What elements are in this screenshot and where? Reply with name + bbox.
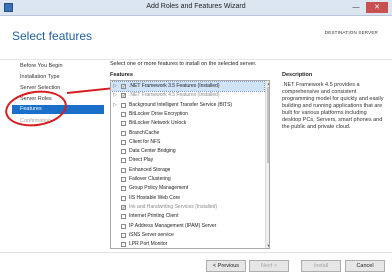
feature-checkbox[interactable] — [121, 149, 126, 155]
nav-item-installation-type[interactable]: Installation Type — [20, 74, 60, 80]
feature-label: Group Policy Management — [129, 185, 189, 192]
install-button[interactable]: Install — [301, 260, 341, 272]
expand-arrow-icon[interactable]: ▷ — [113, 82, 117, 91]
feature-checkbox[interactable] — [121, 195, 126, 201]
feature-checkbox[interactable] — [121, 158, 126, 164]
feature-label: LPR Port Monitor — [129, 241, 168, 248]
feature-row[interactable]: Internet Printing Client — [111, 212, 264, 221]
wizard-header: Select features DESTINATION SERVER — [0, 16, 392, 60]
feature-checkbox[interactable] — [121, 186, 126, 192]
feature-checkbox[interactable] — [121, 167, 126, 173]
feature-row[interactable]: IIS Hostable Web Core — [111, 194, 264, 203]
previous-button[interactable]: < Previous — [206, 260, 246, 272]
features-list[interactable]: LPR Port Monitor iSNS Server service IP Ad… — [110, 80, 270, 249]
feature-checkbox[interactable] — [121, 232, 126, 238]
scroll-thumb[interactable] — [267, 87, 269, 163]
nav-item-before-you-begin[interactable]: Before You Begin — [20, 63, 63, 69]
feature-checkbox[interactable] — [121, 139, 126, 145]
scroll-up-arrow-icon[interactable]: ▲ — [266, 81, 269, 86]
features-scrollbar[interactable]: ▲ ▼ — [265, 81, 269, 248]
feature-label: Background Intelligent Transfer Service … — [129, 101, 233, 108]
feature-label: BranchCache — [129, 129, 160, 136]
feature-label: IIS Hostable Web Core — [129, 194, 181, 201]
features-heading: Features — [110, 72, 133, 78]
feature-label: Failover Clustering — [129, 176, 171, 182]
feature-label: Direct Play — [129, 157, 154, 164]
window-title: Add Roles and Features Wizard — [146, 3, 246, 10]
feature-checkbox[interactable] — [121, 111, 126, 117]
feature-checkbox[interactable] — [121, 223, 126, 229]
feature-checkbox[interactable] — [121, 130, 126, 136]
feature-row[interactable]: BranchCache — [111, 129, 264, 138]
expand-arrow-icon[interactable]: ▷ — [113, 101, 117, 110]
feature-label: IP Address Management (IPAM) Server — [129, 222, 217, 229]
feature-row[interactable]: ▷ ✓ .NET Framework 3.5 Features (Installed… — [111, 81, 265, 92]
close-window-button[interactable]: ✕ — [366, 2, 388, 13]
feature-label: Enhanced Storage — [129, 166, 171, 173]
feature-label: BitLocker Network Unlock — [129, 120, 187, 127]
feature-row[interactable]: ▷ ✓ .NET Framework 4.5 Features (Installed… — [111, 91, 264, 100]
feature-label: Ink and Handwriting Services (Installed) — [129, 203, 218, 210]
feature-row[interactable]: Data Center Bridging — [111, 147, 264, 156]
feature-row[interactable]: Enhanced Storage — [111, 166, 264, 175]
destination-server-label: DESTINATION SERVER — [324, 30, 378, 35]
feature-label: Client for NFS — [129, 138, 161, 145]
window-titlebar: Add Roles and Features Wizard — ✕ — [0, 0, 392, 16]
wizard-footer: < Previous Next > Install Cancel — [0, 252, 392, 277]
feature-row[interactable]: BitLocker Drive Encryption — [111, 110, 264, 119]
feature-label: Internet Printing Client — [129, 213, 179, 220]
feature-label: .NET Framework 4.5 Features (Installed) — [129, 92, 220, 99]
feature-checkbox[interactable]: ✓ — [121, 84, 126, 89]
feature-label: .NET Framework 3.5 Features (Installed) — [129, 83, 220, 89]
feature-row[interactable]: ✓ Ink and Handwriting Services (Installed… — [111, 203, 264, 212]
description-heading: Description — [282, 72, 313, 78]
feature-label: iSNS Server service — [129, 231, 174, 238]
feature-checkbox[interactable]: ✓ — [121, 204, 126, 210]
feature-checkbox[interactable] — [121, 102, 126, 108]
feature-row[interactable]: IP Address Management (IPAM) Server — [111, 222, 264, 231]
main-content: Select one or more features to install o… — [110, 61, 386, 253]
feature-checkbox[interactable] — [121, 242, 126, 248]
feature-label: Data Center Bridging — [129, 148, 176, 155]
description-text: .NET Framework 4.5 provides a comprehens… — [282, 82, 384, 130]
feature-row[interactable]: ▷ Background Intelligent Transfer Service… — [111, 101, 264, 110]
feature-label: BitLocker Drive Encryption — [129, 110, 188, 117]
feature-row[interactable]: LPR Port Monitor — [111, 240, 264, 248]
feature-row[interactable]: Group Policy Management — [111, 184, 264, 193]
feature-row[interactable]: Direct Play — [111, 156, 264, 165]
next-button[interactable]: Next > — [249, 260, 289, 272]
expand-arrow-icon[interactable]: ▷ — [113, 91, 117, 100]
cancel-button[interactable]: Cancel — [345, 260, 385, 272]
instructions-text: Select one or more features to install o… — [110, 61, 257, 67]
scroll-down-arrow-icon[interactable]: ▼ — [266, 243, 269, 248]
feature-checkbox[interactable] — [121, 121, 126, 127]
feature-row[interactable]: Client for NFS — [111, 138, 264, 147]
page-title: Select features — [12, 29, 93, 43]
minimize-button[interactable]: — — [349, 2, 363, 13]
feature-row[interactable]: BitLocker Network Unlock — [111, 119, 264, 128]
feature-row[interactable]: iSNS Server service — [111, 231, 264, 240]
feature-row[interactable]: Failover Clustering — [111, 175, 264, 184]
feature-checkbox[interactable]: ✓ — [121, 93, 126, 99]
feature-checkbox[interactable] — [121, 214, 126, 220]
feature-checkbox[interactable] — [121, 177, 126, 182]
